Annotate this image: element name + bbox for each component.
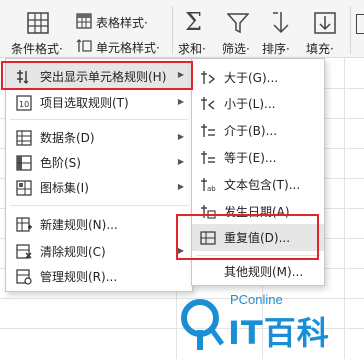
submenu-item-between[interactable]: 介于(B)... [192,118,324,143]
filter-button[interactable]: 筛选· [218,0,258,56]
menu-item-icon-sets[interactable]: 图标集(I) ▶ [6,175,192,200]
menu-item-label: 色阶(S) [40,156,81,170]
submenu-arrow-icon: ▶ [177,157,184,166]
top-bottom-rules-icon: 10 [14,93,34,113]
submenu-item-less-than[interactable]: 小于(L)... [192,91,324,116]
text-contains-icon: ab [198,175,218,195]
between-icon [198,121,218,141]
submenu-arrow-icon: ▶ [177,132,184,141]
table-style-label: 表格样式· [96,16,148,30]
conditional-format-menu: 突出显示单元格规则(H) ▶ 10 项目选取规则(T) ▶ 数据条(D) ▶ 色… [5,58,193,292]
fill-button[interactable]: 填充· [304,0,348,56]
submenu-arrow-icon: ▶ [177,97,184,106]
sum-button[interactable]: Σ 求和· [176,0,214,56]
cell-style-label: 单元格样式· [96,41,160,55]
greater-than-icon [198,68,218,88]
ribbon-separator [350,6,351,54]
sort-icon [273,12,289,34]
submenu-item-other-rules[interactable]: 其他规则(M)... [192,259,324,284]
filter-label: 筛选· [222,42,250,56]
filter-icon [227,13,249,34]
conditional-format-icon [27,12,49,34]
menu-item-label: 清除规则(C) [40,245,106,259]
menu-separator [10,205,188,206]
sort-button[interactable]: 排序· [260,0,302,56]
conditional-format-button[interactable]: 条件格式· [8,0,68,56]
menu-item-label: 管理规则(R)... [40,270,118,284]
menu-item-label: 新建规则(N)... [40,218,118,232]
menu-item-label: 数据条(D) [40,131,95,145]
ribbon-toolbar: 条件格式· 表格样式· 单元格样式· Σ 求和· 筛选· 排序· 填充· [0,0,364,58]
color-scales-icon [14,153,34,173]
next-group-icon[interactable] [356,14,364,34]
watermark-brand-large: IT百科 [228,314,330,352]
ribbon-separator [172,6,173,54]
fill-icon [314,12,336,34]
menu-separator [10,119,188,120]
sigma-icon: Σ [185,8,202,36]
submenu-item-label: 等于(E)... [224,151,277,165]
manage-rules-icon [14,267,34,287]
submenu-arrow-icon: ▶ [177,182,184,191]
new-rule-icon [14,215,34,235]
blank-icon [198,262,218,282]
clear-rules-icon [14,242,34,262]
submenu-item-label: 其他规则(M)... [224,265,304,279]
pconline-logo-icon [181,299,225,350]
cell-style-button[interactable]: 单元格样式· [72,37,172,57]
menu-item-label: 项目选取规则(T) [40,96,129,110]
highlight-box-main [1,61,193,90]
menu-item-data-bars[interactable]: 数据条(D) ▶ [6,125,192,150]
menu-item-clear-rules[interactable]: 清除规则(C) ▶ [6,239,192,264]
menu-item-label: 图标集(I) [40,181,89,195]
table-style-icon [76,13,92,29]
cell-style-icon [76,39,92,52]
svg-text:10: 10 [19,100,29,109]
pconline-watermark: PConline IT百科 [178,286,364,359]
sum-label: 求和· [178,42,206,56]
submenu-item-text-contains[interactable]: ab 文本包含(T)... [192,172,324,197]
less-than-icon [198,94,218,114]
svg-text:ab: ab [207,185,216,193]
icon-sets-icon [14,178,34,198]
submenu-item-label: 介于(B)... [224,124,278,138]
data-bars-icon [14,128,34,148]
sort-label: 排序· [262,42,290,56]
fill-label: 填充· [306,42,334,56]
watermark-brand-small: PConline [230,292,283,307]
highlight-box-sub [176,214,319,260]
submenu-item-label: 大于(G)... [224,71,279,85]
menu-item-color-scales[interactable]: 色阶(S) ▶ [6,150,192,175]
submenu-item-equal-to[interactable]: 等于(E)... [192,145,324,170]
menu-item-new-rule[interactable]: 新建规则(N)... [6,212,192,237]
menu-item-top-bottom-rules[interactable]: 10 项目选取规则(T) ▶ [6,90,192,115]
submenu-item-label: 文本包含(T)... [224,178,301,192]
conditional-format-label: 条件格式· [11,42,63,56]
equal-to-icon [198,148,218,168]
submenu-item-label: 小于(L)... [224,97,276,111]
table-style-button[interactable]: 表格样式· [72,12,162,32]
submenu-item-greater-than[interactable]: 大于(G)... [192,65,324,90]
menu-item-manage-rules[interactable]: 管理规则(R)... [6,264,192,289]
